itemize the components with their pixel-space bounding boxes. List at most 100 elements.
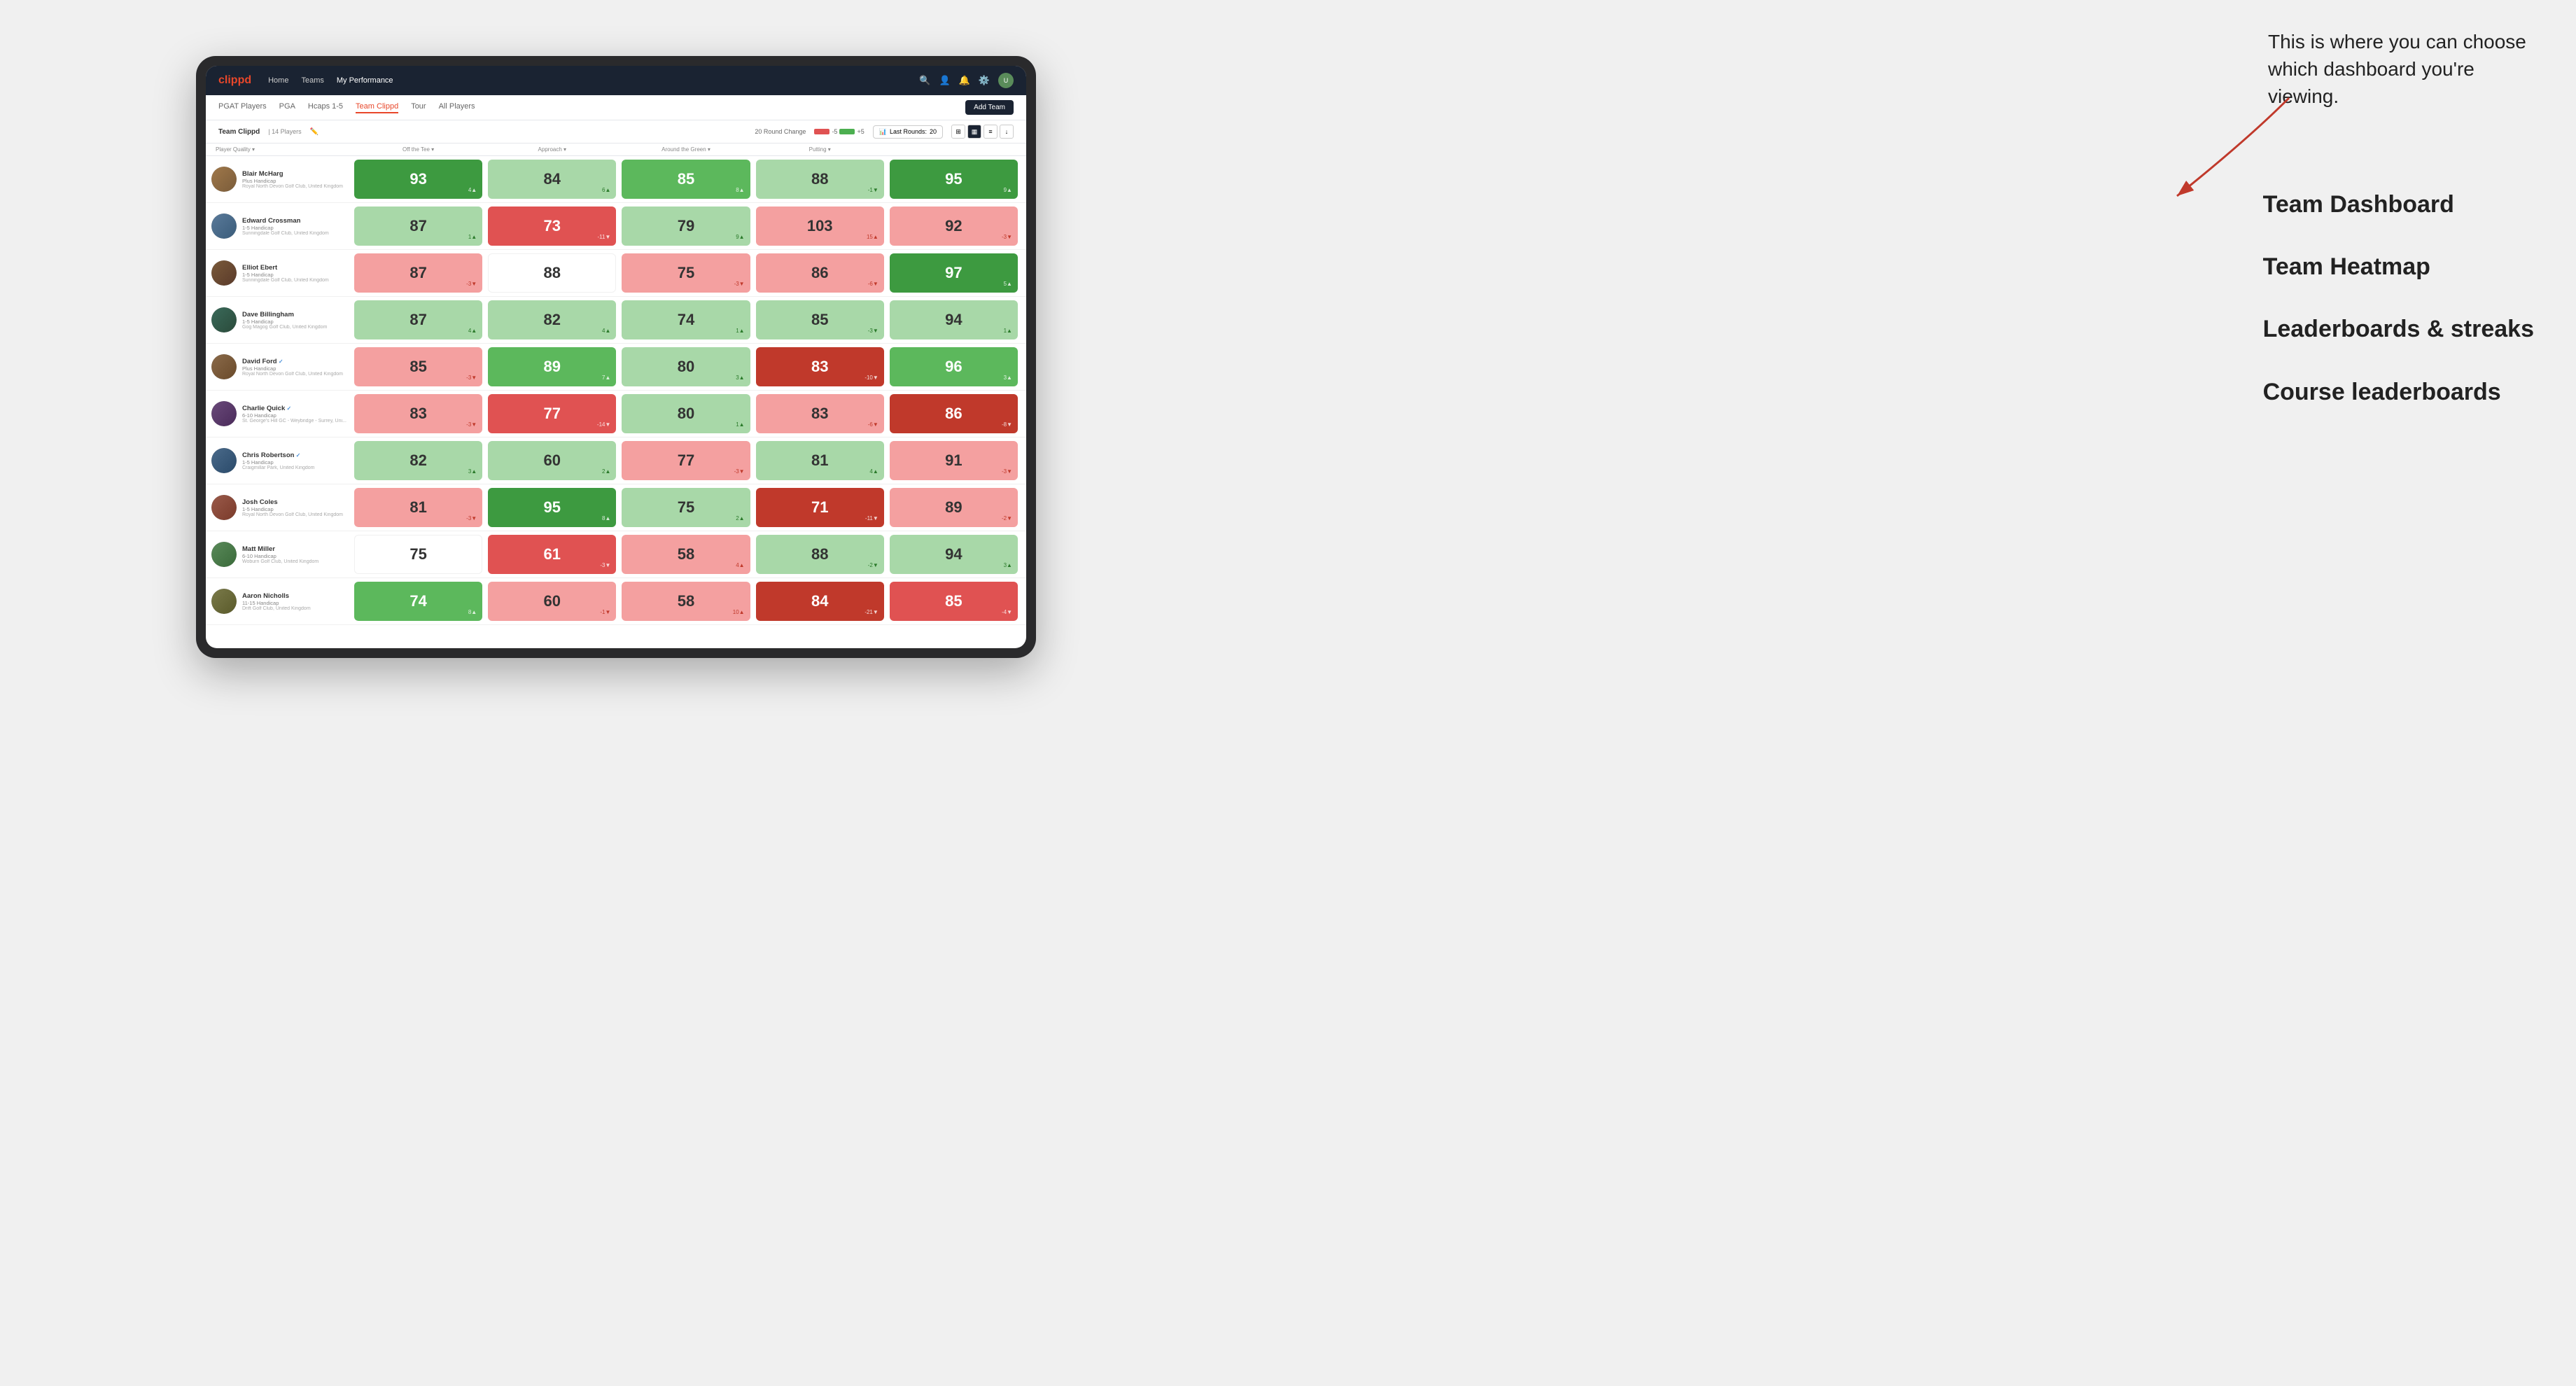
col-approach[interactable]: Approach ▾ [485,144,619,155]
tab-all-players[interactable]: All Players [439,102,475,113]
add-team-button[interactable]: Add Team [965,100,1014,115]
col-around-green[interactable]: Around the Green ▾ [619,144,752,155]
table-row[interactable]: David Ford ✓Plus HandicapRoyal North Dev… [206,344,1026,391]
score-value: 85 [945,592,962,610]
tab-tour[interactable]: Tour [411,102,426,113]
score-cell: 83-3▼ [354,394,482,433]
player-handicap: 6-10 Handicap [242,553,351,559]
tab-hcaps[interactable]: Hcaps 1-5 [308,102,343,113]
score-value: 60 [544,592,561,610]
view-grid-icon[interactable]: ⊞ [951,125,965,139]
bell-icon[interactable]: 🔔 [959,75,970,86]
dashboard-option-3: Leaderboards & streaks [2263,314,2534,344]
table-row[interactable]: Elliot Ebert1-5 HandicapSunningdale Golf… [206,250,1026,297]
score-value: 73 [544,217,561,235]
score-cell: 77-14▼ [488,394,616,433]
score-cell: 602▲ [488,441,616,480]
table-row[interactable]: Chris Robertson ✓1-5 HandicapCraigmillar… [206,438,1026,484]
score-value: 83 [811,405,828,423]
dashboard-option-4: Course leaderboards [2263,377,2534,407]
view-chart-icon[interactable]: ≡ [983,125,997,139]
nav-link-my-performance[interactable]: My Performance [337,76,393,85]
col-off-tee[interactable]: Off the Tee ▾ [351,144,485,155]
score-cell: 83-6▼ [756,394,884,433]
table-row[interactable]: Matt Miller6-10 HandicapWoburn Golf Club… [206,531,1026,578]
score-value: 97 [945,264,962,282]
player-handicap: 1-5 Handicap [242,459,351,465]
player-club: Drift Golf Club, United Kingdom [242,606,351,611]
table-area: Player Quality ▾ Off the Tee ▾ Approach … [206,144,1026,648]
score-cell: 81-3▼ [354,488,482,527]
col-player-quality[interactable]: Player Quality ▾ [211,144,351,155]
player-name: Dave Billingham [242,311,351,318]
score-value: 79 [678,217,694,235]
score-value: 94 [945,311,962,329]
view-heatmap-icon[interactable]: ▦ [967,125,981,139]
score-cell: 799▲ [622,206,750,246]
score-cell: 85-3▼ [354,347,482,386]
col-putting[interactable]: Putting ▾ [753,144,887,155]
score-value: 96 [945,358,962,376]
tablet-screen: clippd Home Teams My Performance 🔍 👤 🔔 ⚙… [206,66,1026,648]
user-icon[interactable]: 👤 [939,75,950,86]
tab-pga[interactable]: PGA [279,102,295,113]
settings-icon[interactable]: ⚙️ [979,75,990,86]
player-name: Aaron Nicholls [242,592,351,600]
table-row[interactable]: Edward Crossman1-5 HandicapSunningdale G… [206,203,1026,250]
score-value: 88 [811,545,828,564]
table-row[interactable]: Aaron Nicholls11-15 HandicapDrift Golf C… [206,578,1026,625]
avatar [211,354,237,379]
player-name: David Ford ✓ [242,358,351,365]
edit-icon[interactable]: ✏️ [310,128,318,136]
score-change: 1▲ [1004,328,1012,334]
score-value: 80 [678,405,694,423]
table-row[interactable]: Josh Coles1-5 HandicapRoyal North Devon … [206,484,1026,531]
score-value: 82 [544,311,561,329]
tab-pgat-players[interactable]: PGAT Players [218,102,267,113]
avatar[interactable]: U [998,73,1014,88]
score-cell: 934▲ [354,160,482,199]
player-handicap: Plus Handicap [242,178,351,184]
score-cell: 92-3▼ [890,206,1018,246]
score-change: 3▲ [736,374,744,381]
score-value: 103 [807,217,833,235]
score-value: 61 [544,545,561,564]
table-row[interactable]: Charlie Quick ✓6-10 HandicapSt. George's… [206,391,1026,438]
score-value: 84 [811,592,828,610]
player-name: Matt Miller [242,545,351,553]
score-value: 88 [544,264,561,282]
dashboard-option-2: Team Heatmap [2263,251,2534,282]
search-icon[interactable]: 🔍 [919,75,930,86]
score-cell: 88-1▼ [756,160,884,199]
score-change: 3▲ [468,468,477,475]
score-cell: 77-3▼ [622,441,750,480]
table-row[interactable]: Blair McHargPlus HandicapRoyal North Dev… [206,156,1026,203]
nav-link-home[interactable]: Home [268,76,288,85]
last-rounds-value: 20 [930,128,937,135]
player-name: Edward Crossman [242,217,351,225]
player-info: Dave Billingham1-5 HandicapGog Magog Gol… [211,307,351,332]
table-row[interactable]: Dave Billingham1-5 HandicapGog Magog Gol… [206,297,1026,344]
score-change: -3▼ [1002,468,1012,475]
score-change: 6▲ [602,187,610,193]
tab-team-clippd[interactable]: Team Clippd [356,102,398,113]
player-club: Craigmillar Park, United Kingdom [242,465,351,470]
score-value: 58 [678,545,694,564]
player-club: St. George's Hill GC - Weybridge - Surre… [242,419,351,424]
score-cell: 963▲ [890,347,1018,386]
score-cell: 83-10▼ [756,347,884,386]
view-icons: ⊞ ▦ ≡ ↓ [951,125,1014,139]
score-change: -2▼ [1002,515,1012,522]
team-info-bar: Team Clippd | 14 Players ✏️ 20 Round Cha… [206,120,1026,144]
sub-nav-tabs: PGAT Players PGA Hcaps 1-5 Team Clippd T… [218,102,965,113]
score-value: 85 [678,170,694,188]
last-rounds-button[interactable]: 📊 Last Rounds: 20 [873,125,943,139]
pos-bar [839,129,855,134]
sub-nav: PGAT Players PGA Hcaps 1-5 Team Clippd T… [206,95,1026,120]
score-value: 95 [945,170,962,188]
verified-icon: ✓ [294,452,300,458]
nav-link-teams[interactable]: Teams [301,76,323,85]
view-download-icon[interactable]: ↓ [1000,125,1014,139]
score-cell: 803▲ [622,347,750,386]
score-cell: 584▲ [622,535,750,574]
